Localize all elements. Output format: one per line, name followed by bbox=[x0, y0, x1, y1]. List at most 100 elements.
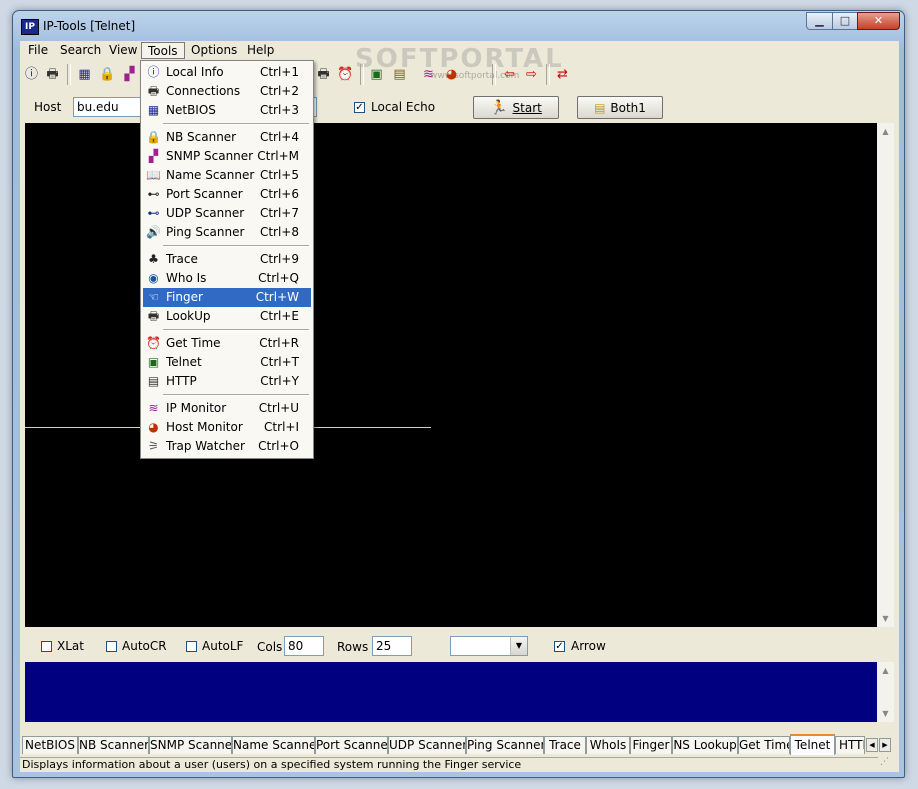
snmp-scanner-icon: ▞ bbox=[124, 67, 135, 82]
close-button[interactable]: ✕ bbox=[857, 12, 900, 30]
scroll-up-arrow-icon[interactable]: ▲ bbox=[877, 123, 894, 140]
connections-icon: 🖶 bbox=[46, 67, 59, 82]
toolbar-snmp-scanner-icon[interactable]: ▞ bbox=[121, 66, 138, 83]
host-input[interactable]: bu.edu bbox=[73, 97, 147, 117]
tab-finger[interactable]: Finger bbox=[630, 736, 672, 754]
maximize-button[interactable]: □ bbox=[832, 12, 858, 30]
menu-item-udp-scanner[interactable]: ⊷ UDP Scanner Ctrl+7 bbox=[143, 204, 311, 223]
menu-item-shortcut: Ctrl+U bbox=[258, 401, 299, 415]
toolbar-back-icon[interactable]: ⇦ bbox=[501, 66, 518, 83]
tab-scroll-left-icon[interactable]: ◀ bbox=[866, 738, 878, 752]
rows-input[interactable]: 25 bbox=[372, 636, 412, 656]
menu-file[interactable]: File bbox=[22, 42, 54, 59]
forward-arrow-icon: ⇨ bbox=[526, 67, 537, 82]
menu-options[interactable]: Options bbox=[185, 42, 243, 59]
menu-item-local-info[interactable]: ⓘ Local Info Ctrl+1 bbox=[143, 63, 311, 82]
tab-scroll-right-icon[interactable]: ▶ bbox=[879, 738, 891, 752]
toolbar-http-icon[interactable]: ▤ bbox=[391, 66, 408, 83]
tab-telnet[interactable]: Telnet bbox=[790, 734, 835, 755]
start-button[interactable]: 🏃 Start bbox=[473, 96, 559, 119]
tab-snmp-scanner[interactable]: SNMP Scanner bbox=[149, 736, 232, 754]
chevron-down-icon[interactable]: ▼ bbox=[510, 637, 527, 655]
toolbar-ip-monitor-icon[interactable]: ≋ bbox=[420, 66, 437, 83]
menu-item-ip-monitor[interactable]: ≋ IP Monitor Ctrl+U bbox=[143, 399, 311, 418]
menu-item-lookup[interactable]: 🖶 LookUp Ctrl+E bbox=[143, 307, 311, 326]
menu-view[interactable]: View bbox=[103, 42, 143, 59]
menu-item-who-is[interactable]: ◉ Who Is Ctrl+Q bbox=[143, 269, 311, 288]
tab-ping-scanner[interactable]: Ping Scanner bbox=[466, 736, 544, 754]
autolf-label: AutoLF bbox=[202, 639, 244, 653]
toolbar-host-monitor-icon[interactable]: ◕ bbox=[443, 66, 460, 83]
toolbar-swap-icon[interactable]: ⇄ bbox=[554, 66, 571, 83]
menu-item-port-scanner[interactable]: ⊷ Port Scanner Ctrl+6 bbox=[143, 185, 311, 204]
local-echo-checkbox[interactable]: ✓ bbox=[354, 102, 365, 113]
menu-item-telnet[interactable]: ▣ Telnet Ctrl+T bbox=[143, 353, 311, 372]
binoculars-blue-icon: ⊷ bbox=[147, 206, 160, 220]
menu-item-http[interactable]: ▤ HTTP Ctrl+Y bbox=[143, 372, 311, 391]
tab-port-scanner[interactable]: Port Scanner bbox=[315, 736, 388, 754]
swap-arrows-icon: ⇄ bbox=[557, 67, 568, 82]
tab-ns-lookup[interactable]: NS Lookup bbox=[672, 736, 738, 754]
tab-netbios[interactable]: NetBIOS bbox=[22, 736, 78, 754]
toolbar-telnet-icon[interactable]: ▣ bbox=[368, 66, 385, 83]
cols-input[interactable]: 80 bbox=[284, 636, 324, 656]
menu-separator bbox=[163, 394, 309, 396]
menu-item-shortcut: Ctrl+I bbox=[264, 420, 299, 434]
menu-item-ping-scanner[interactable]: 🔊 Ping Scanner Ctrl+8 bbox=[143, 223, 311, 242]
menu-item-label: Trace bbox=[166, 252, 198, 266]
status-bar: Displays information about a user (users… bbox=[20, 757, 899, 772]
nb-scanner-icon: 🔒 bbox=[99, 67, 116, 82]
menu-item-name-scanner[interactable]: 📖 Name Scanner Ctrl+5 bbox=[143, 166, 311, 185]
menu-search[interactable]: Search bbox=[54, 42, 107, 59]
both-button[interactable]: ▤ Both1 bbox=[577, 96, 663, 119]
autocr-checkbox[interactable] bbox=[106, 641, 117, 652]
scroll-down-arrow-icon[interactable]: ▼ bbox=[877, 705, 894, 722]
monitor-icon: ▣ bbox=[147, 355, 160, 369]
toolbar-nb-scanner-icon[interactable]: 🔒 bbox=[99, 66, 116, 83]
menu-item-snmp-scanner[interactable]: ▞ SNMP Scanner Ctrl+M bbox=[143, 147, 311, 166]
tab-udp-scanner[interactable]: UDP Scanner bbox=[388, 736, 466, 754]
scroll-up-arrow-icon[interactable]: ▲ bbox=[877, 662, 894, 679]
toolbar-lookup-icon[interactable]: 🖶 bbox=[315, 66, 332, 83]
toolbar-get-time-icon[interactable]: ⏰ bbox=[337, 66, 354, 83]
menu-item-shortcut: Ctrl+R bbox=[259, 336, 299, 350]
menu-item-get-time[interactable]: ⏰ Get Time Ctrl+R bbox=[143, 334, 311, 353]
back-arrow-icon: ⇦ bbox=[504, 67, 515, 82]
arrow-checkbox[interactable]: ✓ bbox=[554, 641, 565, 652]
autolf-checkbox[interactable] bbox=[186, 641, 197, 652]
menu-item-host-monitor[interactable]: ◕ Host Monitor Ctrl+I bbox=[143, 418, 311, 437]
toolbar-connections-icon[interactable]: 🖶 bbox=[44, 66, 61, 83]
tab-trace[interactable]: Trace bbox=[544, 736, 586, 754]
menu-item-nb-scanner[interactable]: 🔒 NB Scanner Ctrl+4 bbox=[143, 128, 311, 147]
title-bar[interactable]: IP IP-Tools [Telnet] ▁ □ ✕ bbox=[13, 11, 904, 41]
menu-item-trace[interactable]: ♣ Trace Ctrl+9 bbox=[143, 250, 311, 269]
toolbar-forward-icon[interactable]: ⇨ bbox=[523, 66, 540, 83]
menu-item-shortcut: Ctrl+9 bbox=[259, 252, 299, 266]
output-scrollbar[interactable]: ▲ ▼ bbox=[877, 662, 894, 722]
minimize-button[interactable]: ▁ bbox=[806, 12, 833, 30]
tab-name-scanner[interactable]: Name Scanner bbox=[232, 736, 315, 754]
menu-tools[interactable]: Tools bbox=[141, 42, 185, 59]
scroll-down-arrow-icon[interactable]: ▼ bbox=[877, 610, 894, 627]
terminal-type-select[interactable]: ▼ bbox=[450, 636, 528, 656]
tab-http[interactable]: HTTI bbox=[835, 736, 865, 754]
toolbar-info-icon[interactable]: ⓘ bbox=[23, 66, 40, 83]
xlat-checkbox[interactable] bbox=[41, 641, 52, 652]
menu-help[interactable]: Help bbox=[241, 42, 280, 59]
menu-item-shortcut: Ctrl+2 bbox=[259, 84, 299, 98]
menu-item-shortcut: Ctrl+T bbox=[260, 355, 299, 369]
resize-grip-icon[interactable]: ⋰ bbox=[880, 757, 895, 772]
tab-whois[interactable]: WhoIs bbox=[586, 736, 630, 754]
output-panel[interactable] bbox=[25, 662, 877, 722]
lock-icon: 🔒 bbox=[146, 130, 161, 144]
tab-get-time[interactable]: Get Time bbox=[738, 736, 790, 754]
tab-nb-scanner[interactable]: NB Scanner bbox=[78, 736, 149, 754]
terminal-scrollbar[interactable]: ▲ ▼ bbox=[877, 123, 894, 627]
folders-icon: ▤ bbox=[594, 100, 606, 115]
menu-item-shortcut: Ctrl+Y bbox=[260, 374, 299, 388]
toolbar-netbios-icon[interactable]: ▦ bbox=[76, 66, 93, 83]
menu-item-finger[interactable]: ☜ Finger Ctrl+W bbox=[143, 288, 311, 307]
menu-item-trap-watcher[interactable]: ⚞ Trap Watcher Ctrl+O bbox=[143, 437, 311, 456]
menu-item-connections[interactable]: 🖶 Connections Ctrl+2 bbox=[143, 82, 311, 101]
menu-item-netbios[interactable]: ▦ NetBIOS Ctrl+3 bbox=[143, 101, 311, 120]
